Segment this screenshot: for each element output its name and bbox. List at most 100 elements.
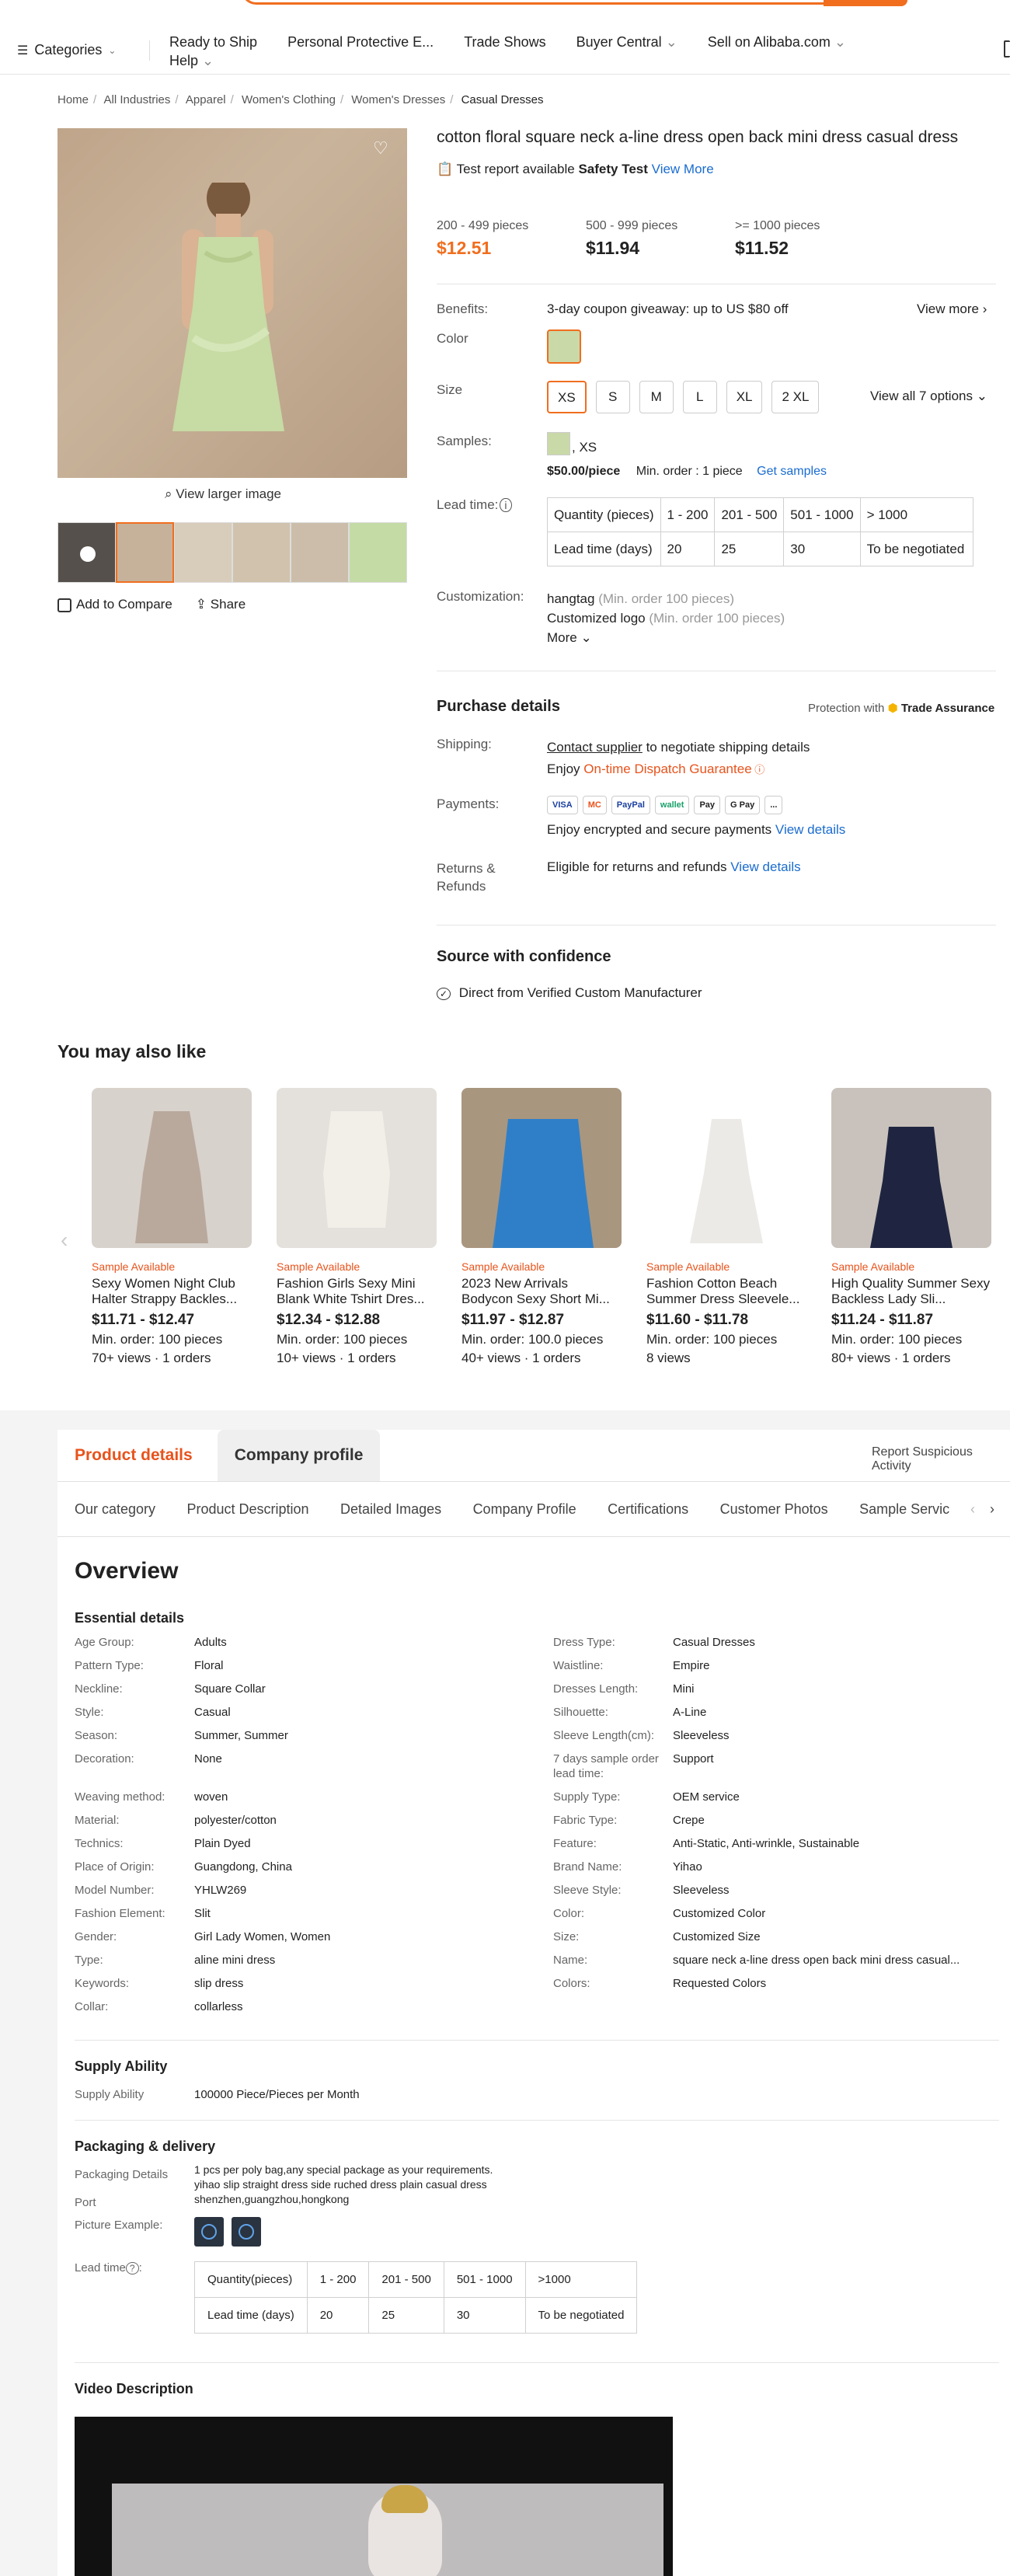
view-more-benefits[interactable]: View more ›	[917, 302, 987, 317]
info-icon[interactable]: i	[500, 498, 512, 512]
card-image[interactable]	[92, 1088, 252, 1248]
more-payments-icon[interactable]: ...	[764, 796, 783, 814]
search-bar-edge[interactable]	[241, 0, 905, 5]
sample-info: $50.00/piece Min. order : 1 piece Get sa…	[547, 465, 827, 479]
product-card[interactable]: Sample Available Fashion Girls Sexy Mini…	[277, 1088, 437, 1366]
card-photo	[461, 1088, 622, 1248]
add-to-compare[interactable]: Add to Compare	[57, 597, 172, 612]
sample-available: Sample Available	[461, 1260, 545, 1273]
zoom-image-icon[interactable]	[194, 2217, 224, 2247]
attribute-value: Summer, Summer	[194, 1729, 288, 1742]
size-s[interactable]: S	[595, 381, 630, 413]
lead-time-text: Lead time:	[437, 497, 499, 512]
view-larger-image[interactable]: ⌕ View larger image	[165, 486, 281, 502]
subtab-our-category[interactable]: Our category	[75, 1482, 155, 1536]
size-options: XS S M L XL 2 XL	[547, 381, 820, 413]
dress-image	[172, 183, 284, 431]
product-card[interactable]: Sample Available Sexy Women Night Club H…	[92, 1088, 252, 1366]
payments-view-details[interactable]: View details	[775, 822, 845, 837]
visa-icon: VISA	[547, 796, 578, 814]
info-icon[interactable]: ⓘ	[752, 764, 764, 776]
card-name: Fashion Girls Sexy Mini Blank White Tshi…	[277, 1276, 425, 1306]
subtab-detailed-images[interactable]: Detailed Images	[340, 1482, 441, 1536]
packaging-line: yihao slip straight dress side ruched dr…	[194, 2178, 487, 2191]
sample-size: , XS	[572, 440, 597, 455]
subtab-sample-service[interactable]: Sample Servic	[859, 1482, 949, 1536]
sample-min-order: Min. order : 1 piece	[636, 465, 743, 478]
compare-checkbox[interactable]	[57, 598, 71, 612]
card-image[interactable]	[277, 1088, 437, 1248]
size-2xl[interactable]: 2 XL	[771, 381, 820, 413]
breadcrumb-womens-dresses[interactable]: Women's Dresses	[351, 93, 445, 106]
size-l[interactable]: L	[682, 381, 717, 413]
card-image[interactable]	[831, 1088, 991, 1248]
tab-product-details[interactable]: Product details	[57, 1430, 210, 1481]
get-samples-link[interactable]: Get samples	[757, 465, 827, 478]
nav-buyer-central[interactable]: Buyer Central ⌄	[576, 33, 677, 51]
product-card[interactable]: Sample Available 2023 New Arrivals Bodyc…	[461, 1088, 622, 1366]
video-player[interactable]	[75, 2417, 673, 2576]
thumbnail[interactable]	[174, 522, 232, 583]
attribute-value: Empire	[673, 1659, 710, 1672]
breadcrumb-womens-clothing[interactable]: Women's Clothing	[242, 93, 336, 106]
table-cell: >1000	[524, 2261, 638, 2298]
view-all-options[interactable]: View all 7 options ⌄	[870, 389, 987, 404]
attribute-value: Customized Color	[673, 1907, 766, 1920]
contact-supplier-link[interactable]: Contact supplier	[547, 740, 643, 755]
zoom-image-icon[interactable]	[232, 2217, 261, 2247]
heart-icon[interactable]: ♡	[373, 140, 390, 157]
nav-help[interactable]: Help ⌄	[169, 51, 214, 70]
product-card[interactable]: Sample Available High Quality Summer Sex…	[831, 1088, 991, 1366]
categories-menu[interactable]: ☰ Categories ⌄	[17, 42, 116, 58]
card-image[interactable]	[461, 1088, 622, 1248]
tab-company-profile[interactable]: Company profile	[217, 1430, 381, 1481]
thumbnail[interactable]	[291, 522, 349, 583]
tier-price: $11.52	[735, 238, 789, 258]
subtab-certifications[interactable]: Certifications	[608, 1482, 688, 1536]
thumbnail[interactable]	[232, 522, 291, 583]
size-m[interactable]: M	[639, 381, 674, 413]
returns-view-details[interactable]: View details	[730, 859, 800, 874]
shipping-text: to negotiate shipping details	[646, 740, 810, 755]
view-report-link[interactable]: View More	[652, 162, 714, 176]
table-cell: 1 - 200	[660, 497, 716, 532]
search-button-edge[interactable]	[824, 0, 907, 6]
attribute-key: Waistline:	[553, 1659, 604, 1672]
color-swatch[interactable]	[547, 329, 581, 364]
report-suspicious-link[interactable]: Report Suspicious Activity	[872, 1445, 1010, 1473]
card-image[interactable]	[646, 1088, 806, 1248]
nav-trade-shows[interactable]: Trade Shows	[464, 33, 545, 51]
subtab-company-profile[interactable]: Company Profile	[473, 1482, 576, 1536]
share-button[interactable]: ⇪ Share	[196, 597, 246, 612]
size-xs[interactable]: XS	[547, 381, 587, 413]
check-circle-icon: ✓	[437, 988, 451, 1000]
nav-sell[interactable]: Sell on Alibaba.com ⌄	[708, 33, 846, 51]
breadcrumb-all-industries[interactable]: All Industries	[104, 93, 171, 106]
card-photo	[277, 1088, 437, 1248]
breadcrumb-casual-dresses[interactable]: Casual Dresses	[461, 93, 544, 106]
breadcrumb-apparel[interactable]: Apparel	[186, 93, 226, 106]
attribute-value: Support	[673, 1752, 714, 1766]
table-cell: Lead time (days)	[194, 2297, 308, 2334]
size-xl[interactable]: XL	[726, 381, 763, 413]
subtab-customer-photos[interactable]: Customer Photos	[720, 1482, 828, 1536]
device-icon[interactable]	[1004, 40, 1010, 58]
nav-ready-to-ship[interactable]: Ready to Ship	[169, 33, 257, 51]
thumbnail[interactable]	[116, 522, 174, 583]
thumbnail[interactable]	[349, 522, 407, 583]
subtab-product-description[interactable]: Product Description	[187, 1482, 309, 1536]
chevron-right-icon[interactable]: ›	[990, 1482, 994, 1536]
help-icon[interactable]: ?	[125, 2262, 139, 2274]
thumbnail-video[interactable]	[57, 522, 116, 583]
chevron-left-icon[interactable]: ‹	[61, 1228, 68, 1253]
product-card[interactable]: Sample Available Fashion Cotton Beach Su…	[646, 1088, 806, 1366]
nav-ppe[interactable]: Personal Protective E...	[287, 33, 434, 51]
custom-name: hangtag	[547, 591, 595, 606]
video-title: Video Description	[75, 2381, 193, 2396]
main-product-image[interactable]: ♡	[57, 128, 407, 478]
trade-assurance[interactable]: Protection with ⬢ Trade Assurance	[808, 701, 994, 715]
dispatch-guarantee[interactable]: On-time Dispatch Guarantee	[583, 762, 751, 776]
breadcrumb-home[interactable]: Home	[57, 93, 89, 106]
more-button[interactable]: More ⌄	[547, 628, 785, 647]
chevron-left-icon[interactable]: ‹	[970, 1482, 975, 1536]
